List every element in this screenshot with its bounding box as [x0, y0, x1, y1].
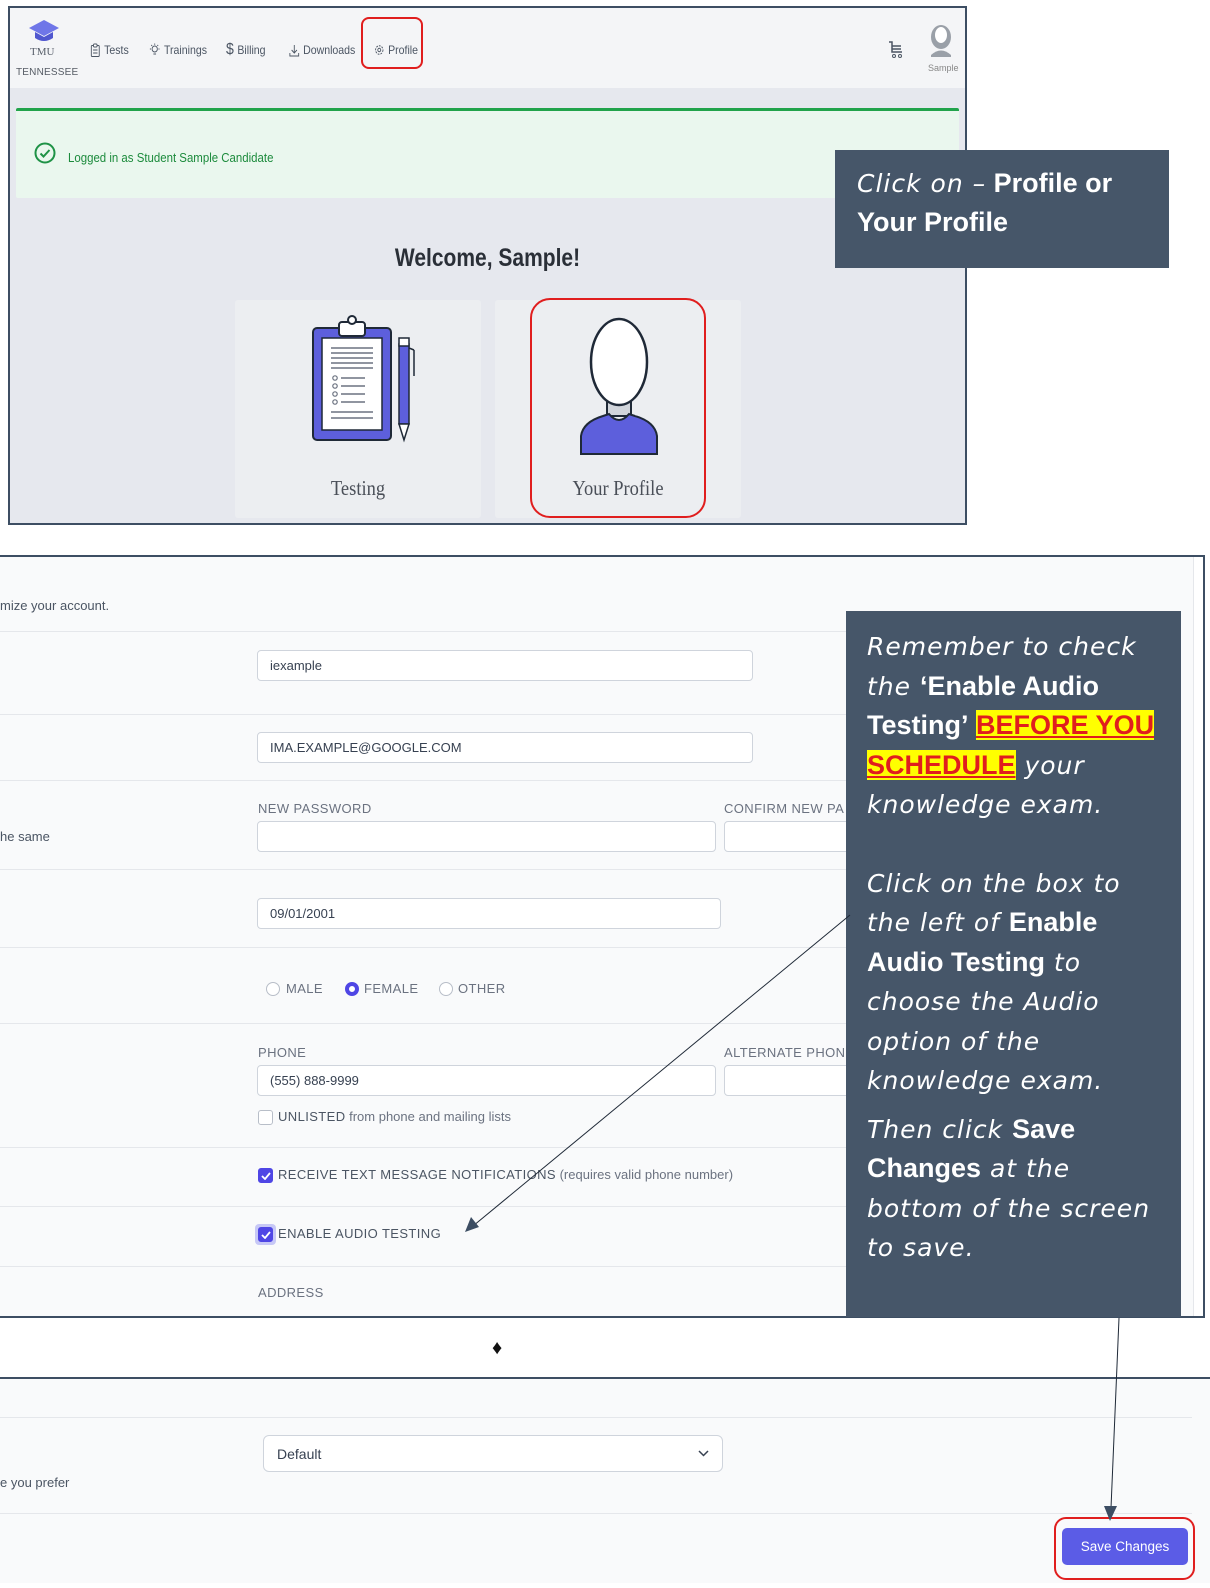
nav-trainings[interactable]: Trainings [149, 40, 207, 60]
preferences-panel: e you prefer [0, 1377, 1210, 1583]
preference-select-value: Default [277, 1445, 322, 1462]
password-help-fragment: he same [0, 829, 50, 844]
user-name-label: Sample [928, 63, 959, 73]
nav-tests-label: Tests [104, 43, 129, 57]
top-navbar: TMU TENNESSEE Tests Trainings $ Billing … [10, 8, 965, 88]
username-input[interactable]: iexample [257, 650, 753, 681]
lightbulb-icon [149, 43, 160, 55]
date-of-birth-input[interactable]: 09/01/2001 [257, 898, 721, 929]
instruction-callout-profile: Click on – Profile or Your Profile [835, 150, 1169, 268]
alert-text: Logged in as Student Sample Candidate [68, 150, 274, 165]
text-notifications-label: RECEIVE TEXT MESSAGE NOTIFICATIONS (requ… [278, 1167, 734, 1182]
callout1-prefix: Click on – [857, 169, 987, 198]
phone-input[interactable]: (555) 888-9999 [257, 1065, 716, 1096]
checkmark-icon [260, 1230, 271, 1239]
clipboard-icon [90, 43, 100, 57]
nav-billing[interactable]: $ Billing [226, 40, 266, 60]
welcome-title: Welcome, Sample! [394, 244, 581, 272]
alternate-phone-input[interactable] [724, 1065, 864, 1096]
enable-audio-testing-label: ENABLE AUDIO TESTING [278, 1226, 442, 1241]
unlisted-label: UNLISTED from phone and mailing lists [278, 1109, 511, 1124]
gender-male-label: MALE [286, 981, 324, 996]
nav-billing-label: Billing [237, 43, 266, 57]
email-input[interactable]: IMA.EXAMPLE@GOOGLE.COM [257, 732, 753, 763]
logo-subtitle: TENNESSEE [16, 67, 79, 78]
callout2-paragraph-1: Remember to check the ‘Enable Audio Test… [867, 632, 1155, 819]
gender-other-radio[interactable] [439, 982, 453, 996]
nav-downloads-label: Downloads [303, 43, 356, 57]
nav-tests[interactable]: Tests [90, 40, 129, 60]
nav-trainings-label: Trainings [163, 43, 208, 57]
testing-card[interactable]: Testing [235, 300, 481, 518]
testing-card-label: Testing [330, 476, 386, 500]
gender-female-label: FEMALE [364, 981, 419, 996]
confirm-password-label: CONFIRM NEW PA [724, 801, 845, 816]
logo-title: TMU [30, 46, 55, 58]
unlisted-checkbox[interactable] [258, 1110, 273, 1125]
gender-male-radio[interactable] [266, 982, 280, 996]
check-circle-icon [34, 142, 56, 169]
preference-select[interactable]: Default [263, 1435, 723, 1472]
callout2-paragraph-2: Click on the box to the left of Enable A… [867, 868, 1121, 1096]
clipboard-pencil-icon [311, 314, 419, 449]
new-password-label: NEW PASSWORD [258, 801, 372, 816]
preference-text-fragment: e you prefer [0, 1475, 70, 1490]
address-label: ADDRESS [258, 1285, 324, 1300]
save-highlight-box [1054, 1517, 1195, 1580]
alternate-phone-label: ALTERNATE PHON [724, 1045, 846, 1060]
profile-highlight-box [361, 17, 423, 69]
section-divider-diamond: ♦ [492, 1337, 503, 1359]
enable-audio-testing-checkbox[interactable] [258, 1227, 273, 1242]
gender-female-radio[interactable] [345, 982, 359, 996]
phone-label: PHONE [258, 1045, 307, 1060]
gender-other-label: OTHER [458, 981, 506, 996]
download-icon [289, 44, 300, 56]
your-profile-highlight-box [530, 298, 706, 518]
instruction-callout-audio: Remember to check the ‘Enable Audio Test… [846, 611, 1181, 1317]
dashboard-panel: TMU TENNESSEE Tests Trainings $ Billing … [8, 6, 967, 525]
checkmark-icon [260, 1171, 271, 1180]
cart-icon[interactable] [888, 40, 904, 65]
text-notifications-checkbox[interactable] [258, 1168, 273, 1183]
chevron-down-icon [698, 1450, 709, 1457]
user-avatar-icon[interactable] [929, 24, 953, 63]
new-password-input[interactable] [257, 821, 716, 852]
dollar-icon: $ [226, 41, 234, 58]
callout2-paragraph-3: Then click Save Changes at the bottom of… [867, 1113, 1151, 1263]
nav-downloads[interactable]: Downloads [289, 40, 355, 60]
intro-text-fragment: mize your account. [0, 598, 110, 613]
confirm-password-input[interactable] [724, 821, 864, 852]
